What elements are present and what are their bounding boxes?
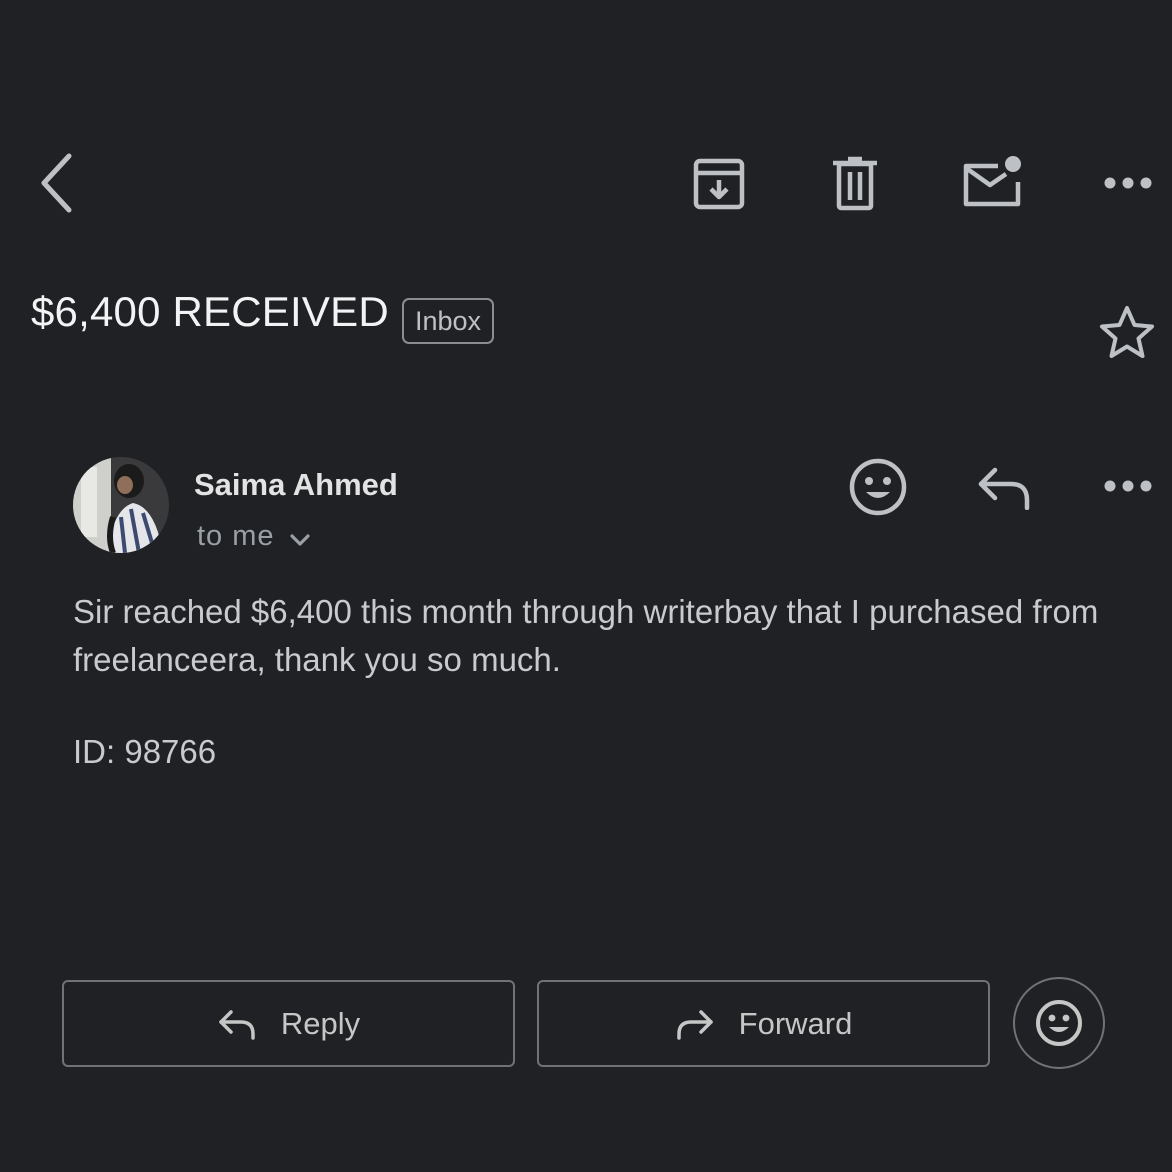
mail-unread-icon xyxy=(963,156,1021,207)
reply-button-label: Reply xyxy=(280,1005,361,1041)
email-body: Sir reached $6,400 this month through wr… xyxy=(73,593,1099,678)
more-options-button[interactable] xyxy=(1098,166,1158,200)
sender-name[interactable]: Saima Ahmed xyxy=(194,467,398,503)
delete-button[interactable] xyxy=(824,152,886,216)
sender-avatar[interactable] xyxy=(73,457,169,553)
chevron-down-icon xyxy=(289,533,310,546)
star-button[interactable] xyxy=(1096,302,1158,364)
email-id-line: ID: 98766 xyxy=(73,733,217,770)
more-horizontal-icon xyxy=(1104,480,1152,492)
emoji-icon xyxy=(1036,1000,1082,1046)
add-reaction-button[interactable] xyxy=(845,454,911,520)
forward-button[interactable]: Forward xyxy=(537,980,990,1067)
forward-button-label: Forward xyxy=(738,1005,853,1041)
recipients-text: to me xyxy=(197,520,275,552)
mark-unread-button[interactable] xyxy=(956,150,1026,214)
reply-icon xyxy=(219,1009,255,1040)
more-horizontal-icon xyxy=(1104,177,1152,189)
star-icon xyxy=(1100,306,1154,358)
archive-button[interactable] xyxy=(686,152,752,216)
forward-icon xyxy=(676,1009,713,1040)
back-button[interactable] xyxy=(28,150,84,216)
trash-icon xyxy=(833,156,877,211)
reply-button[interactable]: Reply xyxy=(62,980,515,1067)
reply-icon xyxy=(978,467,1030,510)
archive-icon xyxy=(693,158,745,210)
react-emoji-button[interactable] xyxy=(1013,977,1105,1069)
message-more-button[interactable] xyxy=(1098,470,1158,502)
email-subject: $6,400 RECEIVED xyxy=(31,288,389,335)
emoji-icon xyxy=(849,458,907,516)
chevron-left-icon xyxy=(41,153,72,213)
avatar-photo xyxy=(73,457,169,553)
recipients-toggle[interactable]: to me xyxy=(197,520,311,553)
inbox-label-chip[interactable]: Inbox xyxy=(402,298,494,344)
reply-icon-button[interactable] xyxy=(972,460,1036,514)
